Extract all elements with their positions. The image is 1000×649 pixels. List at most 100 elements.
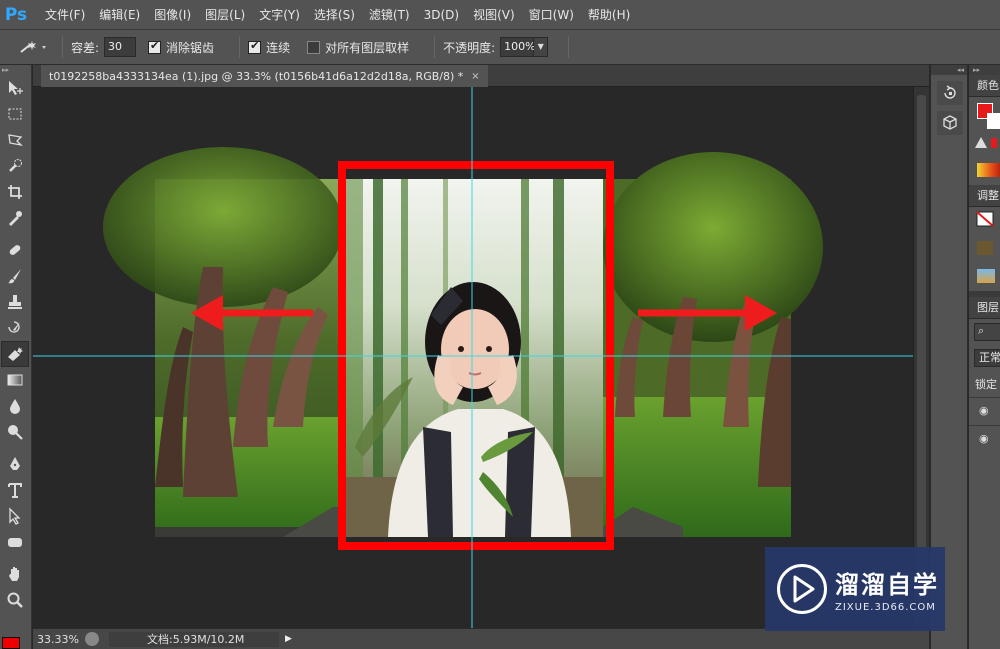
- status-menu-arrow-icon[interactable]: ▶: [285, 634, 292, 644]
- healing-tool[interactable]: [1, 237, 29, 263]
- collapse-panels-icon[interactable]: ◂◂: [931, 65, 967, 75]
- eraser-icon: [8, 347, 23, 361]
- play-logo-icon: [777, 564, 827, 614]
- watermark-title: 溜溜自学: [835, 571, 939, 599]
- shape-tool[interactable]: [1, 529, 29, 555]
- move-tool[interactable]: [1, 75, 29, 101]
- adjustments-panel-tab[interactable]: 调整: [969, 185, 1000, 207]
- lasso-icon: [8, 134, 23, 147]
- menu-filter[interactable]: 滤镜(T): [362, 6, 417, 23]
- gradient-icon: [7, 374, 23, 386]
- type-icon: [8, 483, 22, 498]
- menu-window[interactable]: 窗口(W): [522, 6, 581, 23]
- adjust-row-3: [969, 263, 1000, 291]
- layer-visibility-eye-icon[interactable]: ◉: [979, 404, 989, 417]
- blend-mode-select[interactable]: 正常: [974, 349, 1000, 367]
- blur-tool[interactable]: [1, 393, 29, 419]
- history-brush-icon: [8, 321, 20, 333]
- pen-tool[interactable]: [1, 451, 29, 477]
- center-photo: [345, 179, 603, 537]
- layers-panel-tab[interactable]: 图层: [969, 297, 1000, 319]
- menu-type[interactable]: 文字(Y): [252, 6, 307, 23]
- background-color-chip[interactable]: [987, 113, 1000, 129]
- eyedropper-tool[interactable]: [1, 205, 29, 231]
- stamp-tool[interactable]: [1, 289, 29, 315]
- path-select-icon: [9, 507, 21, 525]
- separator: [568, 36, 570, 58]
- menu-layer[interactable]: 图层(L): [198, 6, 252, 23]
- play-triangle-icon: [793, 575, 815, 603]
- opacity-label: 不透明度:: [443, 40, 496, 55]
- menu-file[interactable]: 文件(F): [38, 6, 92, 23]
- layer-filter-search-icon[interactable]: ⌕: [974, 323, 1000, 341]
- crop-tool[interactable]: [1, 179, 29, 205]
- hand-tool[interactable]: [1, 561, 29, 587]
- left-photo: [103, 147, 343, 537]
- layer-visibility-eye-icon[interactable]: ◉: [979, 432, 989, 445]
- gradient-tool[interactable]: [1, 367, 29, 393]
- dodge-tool[interactable]: [1, 419, 29, 445]
- watermark-badge: 溜溜自学 ZIXUE.3D66.COM: [765, 547, 945, 631]
- collapse-toolbox-icon[interactable]: ▸▸: [0, 65, 31, 75]
- scrollbar-thumb[interactable]: [917, 95, 926, 615]
- tool-preset-picker[interactable]: [10, 35, 54, 59]
- magic-eraser-tool[interactable]: [1, 341, 29, 367]
- close-tab-icon[interactable]: ×: [471, 71, 479, 82]
- separator: [62, 36, 63, 58]
- sample-all-layers-checkbox[interactable]: [307, 40, 321, 54]
- brush-tool[interactable]: [1, 263, 29, 289]
- menu-help[interactable]: 帮助(H): [581, 6, 637, 23]
- history-icon: [944, 85, 956, 99]
- brown-adjust-swatch[interactable]: [977, 241, 993, 255]
- status-bar: 33.33% 文档:5.93M/10.2M ▶: [33, 628, 929, 649]
- shape-icon: [8, 538, 22, 547]
- color-picker-row: [969, 97, 1000, 133]
- menu-select[interactable]: 选择(S): [307, 6, 362, 23]
- lasso-tool[interactable]: [1, 127, 29, 153]
- crop-icon: [8, 185, 22, 199]
- status-info-icon[interactable]: [85, 632, 99, 646]
- right-photo: [603, 152, 823, 537]
- color-ramp[interactable]: [977, 163, 1000, 177]
- layer-row-1[interactable]: ◉: [969, 397, 1000, 425]
- hand-icon: [9, 567, 19, 581]
- no-adjustment-icon[interactable]: [969, 207, 999, 231]
- properties-panel-button[interactable]: [937, 111, 963, 135]
- right-panel: ▸▸ 颜色 调整 图层 ⌕ 正常 锁定 ◉ ◉: [969, 65, 1000, 649]
- history-panel-button[interactable]: [937, 81, 963, 105]
- pen-icon: [10, 457, 20, 470]
- type-tool[interactable]: [1, 477, 29, 503]
- options-bar: 容差: 30 消除锯齿 连续 对所有图层取样 不透明度: 100% ▼: [0, 30, 1000, 65]
- tolerance-input[interactable]: 30: [104, 37, 137, 57]
- menu-view[interactable]: 视图(V): [466, 6, 522, 23]
- color-panel-tab[interactable]: 颜色: [969, 75, 1000, 97]
- opacity-input[interactable]: 100%: [500, 37, 536, 57]
- lock-label: 锁定: [975, 378, 997, 391]
- menu-image[interactable]: 图像(I): [147, 6, 198, 23]
- dodge-icon: [8, 425, 23, 440]
- document-tab-strip: t0192258ba4333134ea (1).jpg @ 33.3% (t01…: [33, 65, 929, 87]
- antialias-checkbox[interactable]: [148, 39, 162, 54]
- collapse-right-panel-icon[interactable]: ▸▸: [969, 65, 1000, 75]
- document-tab[interactable]: t0192258ba4333134ea (1).jpg @ 33.3% (t01…: [41, 65, 488, 87]
- 3d-cube-icon: [943, 115, 957, 130]
- path-select-tool[interactable]: [1, 503, 29, 529]
- zoom-level[interactable]: 33.33%: [33, 633, 85, 646]
- menu-3d[interactable]: 3D(D): [417, 8, 466, 22]
- history-brush-tool[interactable]: [1, 315, 29, 341]
- photoshop-logo: Ps: [4, 4, 28, 25]
- sample-all-layers-label: 对所有图层取样: [325, 40, 410, 55]
- separator: [434, 36, 436, 58]
- opacity-dropdown-icon[interactable]: ▼: [534, 37, 549, 57]
- zoom-icon: [7, 592, 23, 608]
- marquee-tool[interactable]: [1, 101, 29, 127]
- contiguous-checkbox[interactable]: [248, 39, 262, 54]
- landscape-thumbnail-icon[interactable]: [977, 269, 995, 283]
- menu-edit[interactable]: 编辑(E): [92, 6, 147, 23]
- layer-row-2[interactable]: ◉: [969, 425, 1000, 453]
- color-ramp-row: [969, 157, 1000, 185]
- zoom-tool[interactable]: [1, 587, 29, 613]
- quick-select-tool[interactable]: [1, 153, 29, 179]
- watermark-subtitle: ZIXUE.3D66.COM: [835, 602, 936, 613]
- foreground-color-swatch[interactable]: [2, 637, 20, 649]
